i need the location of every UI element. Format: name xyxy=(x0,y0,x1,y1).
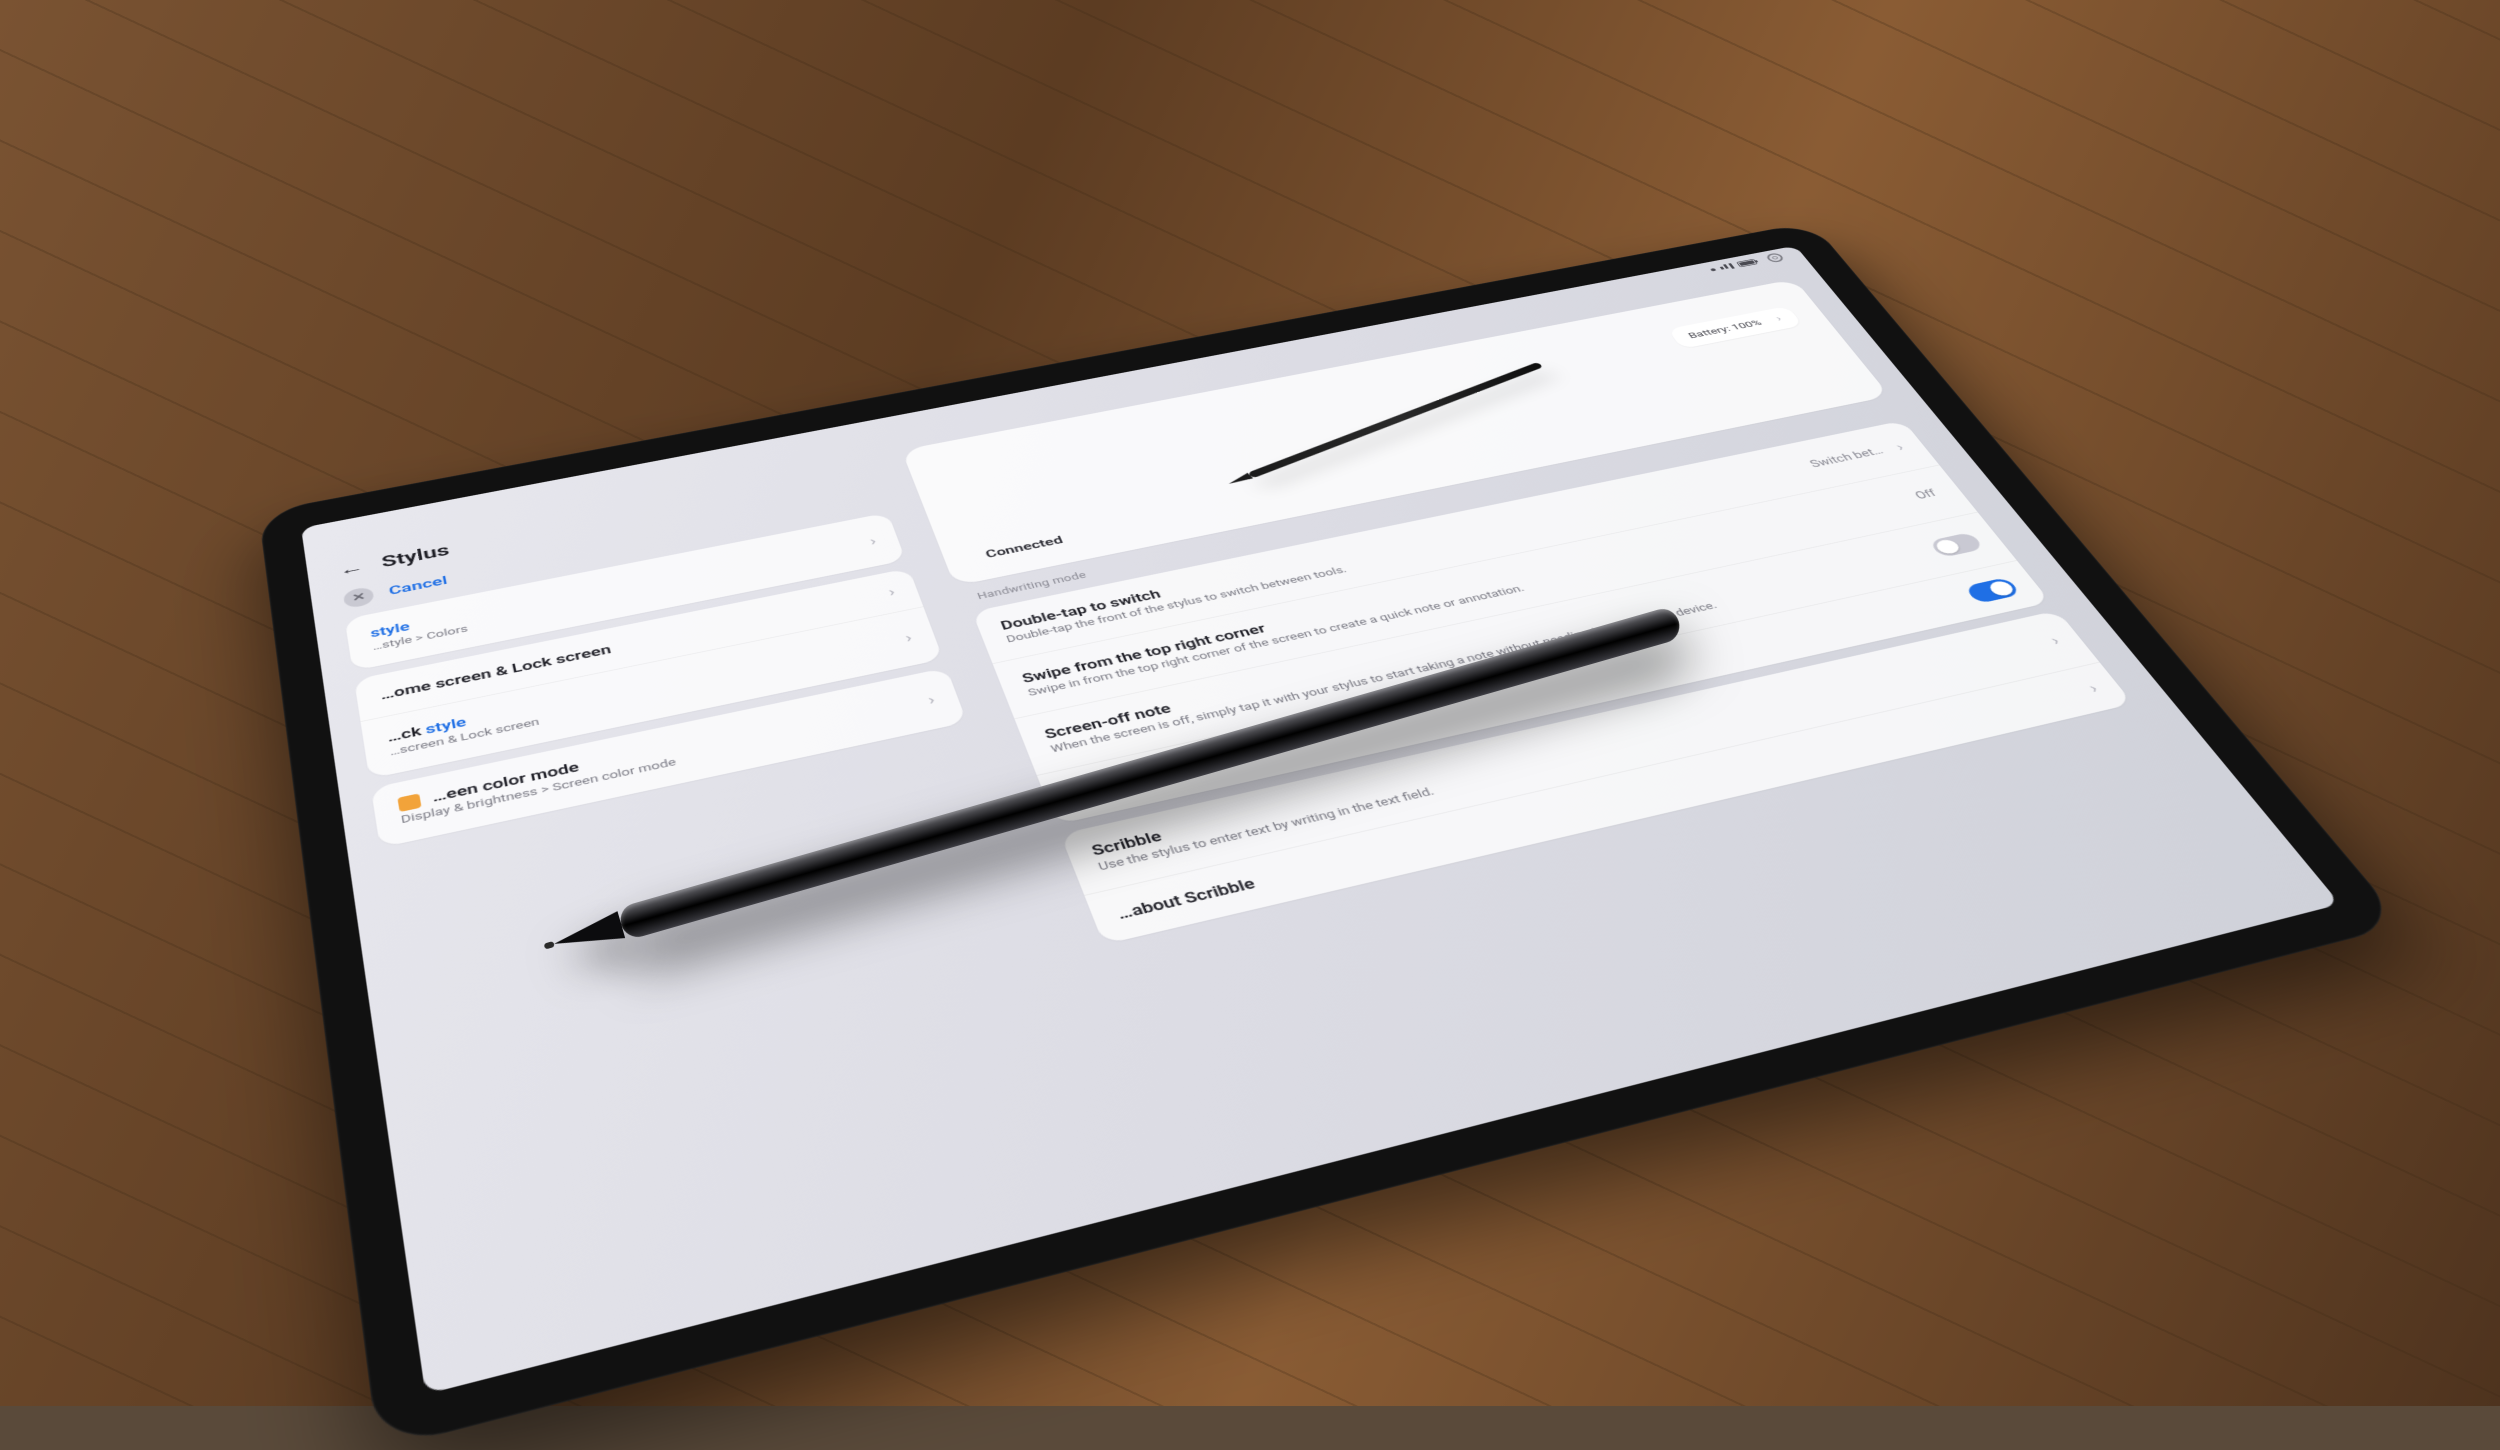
back-icon[interactable]: ← xyxy=(338,558,365,580)
chevron-right-icon: › xyxy=(925,691,937,708)
app-badge-icon xyxy=(397,794,421,813)
page-title: Stylus xyxy=(380,542,450,571)
stylus-battery-label: Battery: 100% xyxy=(1686,318,1764,340)
signal-icon xyxy=(1719,263,1735,270)
stylus-icon xyxy=(1248,362,1544,478)
tablet-bezel: ← Stylus ✕ Cancel style …style > Colors … xyxy=(258,222,2404,1450)
chevron-right-icon: › xyxy=(2047,633,2064,649)
battery-icon xyxy=(1736,259,1758,267)
tablet-screen: ← Stylus ✕ Cancel style …style > Colors … xyxy=(301,246,2340,1395)
status-dot-icon xyxy=(1710,268,1716,271)
chevron-right-icon: › xyxy=(1892,440,1907,454)
stylus-battery-pill[interactable]: Battery: 100% › xyxy=(1667,306,1803,349)
chevron-right-icon: › xyxy=(886,585,897,600)
chevron-right-icon: › xyxy=(903,630,914,646)
row-value: Switch bet… xyxy=(1808,446,1886,470)
close-icon[interactable]: ✕ xyxy=(343,586,375,609)
cancel-button[interactable]: Cancel xyxy=(388,574,449,599)
chevron-right-icon: › xyxy=(867,534,878,549)
chevron-right-icon: › xyxy=(1774,314,1785,323)
stylus-connection-status: Connected xyxy=(984,534,1065,561)
chevron-right-icon: › xyxy=(2085,680,2103,696)
gear-icon[interactable] xyxy=(1765,252,1786,263)
